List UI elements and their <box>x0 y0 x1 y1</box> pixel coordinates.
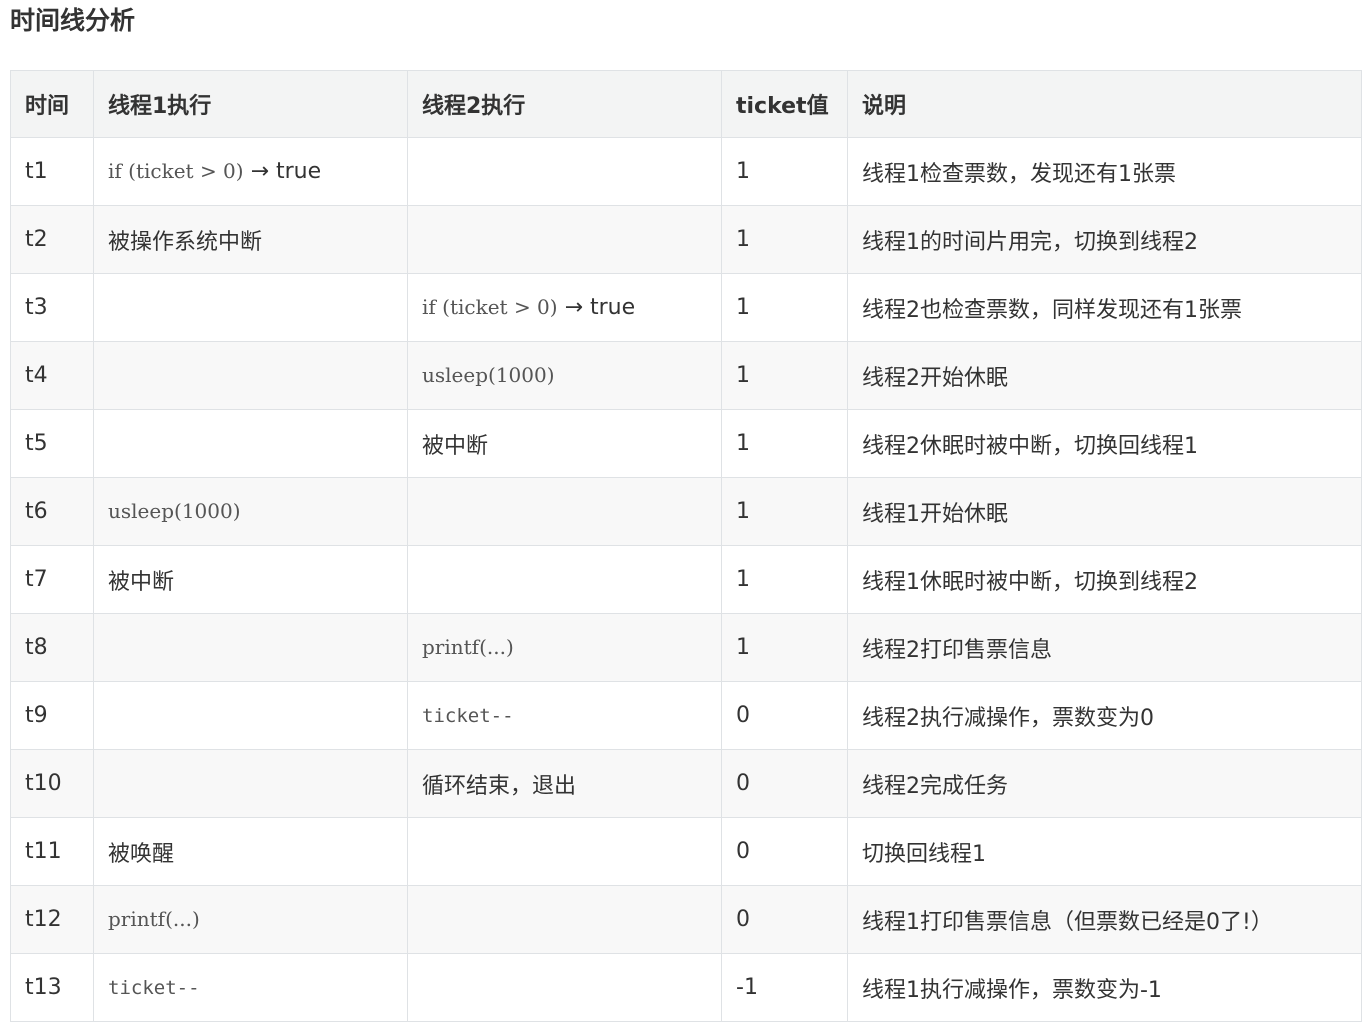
cell-thread1: if (ticket > 0) → true <box>93 137 408 206</box>
cell-note: 线程1开始休眠 <box>847 477 1362 546</box>
cell-note: 线程2开始休眠 <box>847 341 1362 410</box>
cell-ticket: -1 <box>721 953 848 1022</box>
cell-ticket: 0 <box>721 817 848 886</box>
cell-thread2 <box>407 137 722 206</box>
cell-thread2-code: printf(...) <box>422 635 514 659</box>
cell-thread2: 被中断 <box>407 409 722 478</box>
cell-thread2: 循环结束，退出 <box>407 749 722 818</box>
cell-time: t8 <box>10 613 94 682</box>
cell-thread1 <box>93 341 408 410</box>
page: 时间线分析 时间 线程1执行 线程2执行 ticket值 说明 t1 if (ti… <box>0 0 1363 1029</box>
cell-time: t5 <box>10 409 94 478</box>
cell-thread1 <box>93 749 408 818</box>
cell-ticket: 1 <box>721 409 848 478</box>
cell-thread1: ticket-- <box>93 953 408 1022</box>
table-row: t1 if (ticket > 0) → true 1 线程1检查票数，发现还有1张票 <box>10 137 1362 206</box>
header-thread2: 线程2执行 <box>407 70 722 138</box>
cell-ticket: 0 <box>721 749 848 818</box>
cell-thread1-code: if (ticket > 0) <box>108 159 244 183</box>
table-row: t12 printf(...) 0 线程1打印售票信息（但票数已经是0了!） <box>10 885 1362 954</box>
table-row: t4 usleep(1000) 1 线程2开始休眠 <box>10 341 1362 410</box>
cell-note: 线程1休眠时被中断，切换到线程2 <box>847 545 1362 614</box>
table-header-row: 时间 线程1执行 线程2执行 ticket值 说明 <box>10 70 1362 138</box>
cell-time: t4 <box>10 341 94 410</box>
header-thread1: 线程1执行 <box>93 70 408 138</box>
cell-thread1 <box>93 409 408 478</box>
cell-note: 线程2也检查票数，同样发现还有1张票 <box>847 273 1362 342</box>
table-row: t5 被中断 1 线程2休眠时被中断，切换回线程1 <box>10 409 1362 478</box>
cell-time: t6 <box>10 477 94 546</box>
cell-thread1 <box>93 613 408 682</box>
header-ticket: ticket值 <box>721 70 848 138</box>
cell-time: t7 <box>10 545 94 614</box>
cell-time: t1 <box>10 137 94 206</box>
table-row: t8 printf(...) 1 线程2打印售票信息 <box>10 613 1362 682</box>
cell-note: 线程1执行减操作，票数变为-1 <box>847 953 1362 1022</box>
cell-note: 线程1检查票数，发现还有1张票 <box>847 137 1362 206</box>
cell-time: t12 <box>10 885 94 954</box>
table-row: t3 if (ticket > 0) → true 1 线程2也检查票数，同样发现还有… <box>10 273 1362 342</box>
cell-ticket: 0 <box>721 681 848 750</box>
cell-thread1: 被唤醒 <box>93 817 408 886</box>
section-title: 时间线分析 <box>10 6 136 35</box>
cell-note: 线程2休眠时被中断，切换回线程1 <box>847 409 1362 478</box>
table-row: t10 循环结束，退出 0 线程2完成任务 <box>10 749 1362 818</box>
cell-thread1 <box>93 273 408 342</box>
cell-thread1: usleep(1000) <box>93 477 408 546</box>
cell-thread2-code: usleep(1000) <box>422 363 555 387</box>
cell-thread1: printf(...) <box>93 885 408 954</box>
cell-thread2 <box>407 817 722 886</box>
cell-thread2: ticket-- <box>407 681 722 750</box>
table-row: t6 usleep(1000) 1 线程1开始休眠 <box>10 477 1362 546</box>
cell-thread2: if (ticket > 0) → true <box>407 273 722 342</box>
cell-thread1 <box>93 681 408 750</box>
cell-note: 线程1打印售票信息（但票数已经是0了!） <box>847 885 1362 954</box>
cell-thread2-result: → true <box>557 295 636 320</box>
table-row: t2 被操作系统中断 1 线程1的时间片用完，切换到线程2 <box>10 205 1362 274</box>
cell-thread1-code: ticket-- <box>108 977 200 999</box>
table-body: t1 if (ticket > 0) → true 1 线程1检查票数，发现还有1张票… <box>10 137 1362 1022</box>
header-note: 说明 <box>847 70 1362 138</box>
cell-time: t11 <box>10 817 94 886</box>
cell-ticket: 1 <box>721 137 848 206</box>
table-row: t11 被唤醒 0 切换回线程1 <box>10 817 1362 886</box>
cell-thread2 <box>407 953 722 1022</box>
cell-thread1-result: → true <box>243 159 322 184</box>
cell-time: t2 <box>10 205 94 274</box>
cell-ticket: 1 <box>721 545 848 614</box>
cell-note: 线程1的时间片用完，切换到线程2 <box>847 205 1362 274</box>
cell-thread1: 被中断 <box>93 545 408 614</box>
cell-thread2-code: ticket-- <box>422 705 514 727</box>
cell-thread2 <box>407 205 722 274</box>
cell-thread2-code: if (ticket > 0) <box>422 295 558 319</box>
table-row: t13 ticket-- -1 线程1执行减操作，票数变为-1 <box>10 953 1362 1022</box>
cell-ticket: 1 <box>721 205 848 274</box>
cell-thread2 <box>407 885 722 954</box>
cell-thread2: usleep(1000) <box>407 341 722 410</box>
cell-ticket: 0 <box>721 885 848 954</box>
cell-note: 线程2完成任务 <box>847 749 1362 818</box>
table-row: t7 被中断 1 线程1休眠时被中断，切换到线程2 <box>10 545 1362 614</box>
cell-thread1: 被操作系统中断 <box>93 205 408 274</box>
cell-thread1-code: usleep(1000) <box>108 499 241 523</box>
cell-note: 线程2打印售票信息 <box>847 613 1362 682</box>
table-row: t9 ticket-- 0 线程2执行减操作，票数变为0 <box>10 681 1362 750</box>
cell-ticket: 1 <box>721 477 848 546</box>
timeline-table: 时间 线程1执行 线程2执行 ticket值 说明 t1 if (ticket >… <box>10 70 1362 1022</box>
cell-ticket: 1 <box>721 273 848 342</box>
cell-ticket: 1 <box>721 613 848 682</box>
cell-thread2 <box>407 477 722 546</box>
cell-thread2 <box>407 545 722 614</box>
cell-note: 切换回线程1 <box>847 817 1362 886</box>
cell-thread2: printf(...) <box>407 613 722 682</box>
cell-time: t9 <box>10 681 94 750</box>
cell-note: 线程2执行减操作，票数变为0 <box>847 681 1362 750</box>
cell-time: t13 <box>10 953 94 1022</box>
cell-time: t10 <box>10 749 94 818</box>
cell-time: t3 <box>10 273 94 342</box>
cell-thread1-code: printf(...) <box>108 907 200 931</box>
header-time: 时间 <box>10 70 94 138</box>
cell-ticket: 1 <box>721 341 848 410</box>
